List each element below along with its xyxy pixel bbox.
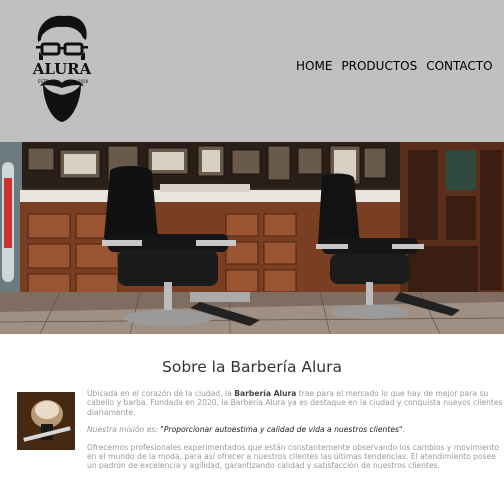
about-section: Sobre la Barbería Alura Ubicada en el co… [0, 334, 504, 485]
hero-banner-image [0, 142, 504, 334]
alura-logo[interactable]: ALURA ESTD 2020 [28, 12, 96, 124]
about-mission: Nuestra misión es: "Proporcionar autoest… [87, 425, 405, 435]
shaving-brush-image [17, 392, 75, 450]
nav-home-link[interactable]: HOME [296, 59, 332, 73]
about-paragraph-3: Ofrecemos profesionales experimentados q… [87, 442, 500, 471]
brand-name: ALURA [32, 60, 92, 78]
site-header: ALURA ESTD 2020 HOME PRODUCTOS CONTACTO [0, 0, 504, 142]
main-nav: HOME PRODUCTOS CONTACTO [296, 59, 493, 73]
about-text: Ubicada en el corazón de la ciudad, la B… [87, 389, 504, 479]
about-paragraph-1: Ubicada en el corazón de la ciudad, la B… [87, 389, 503, 417]
nav-contacto-link[interactable]: CONTACTO [426, 59, 492, 73]
about-title: Sobre la Barbería Alura [162, 358, 342, 376]
nav-productos-link[interactable]: PRODUCTOS [341, 59, 417, 73]
